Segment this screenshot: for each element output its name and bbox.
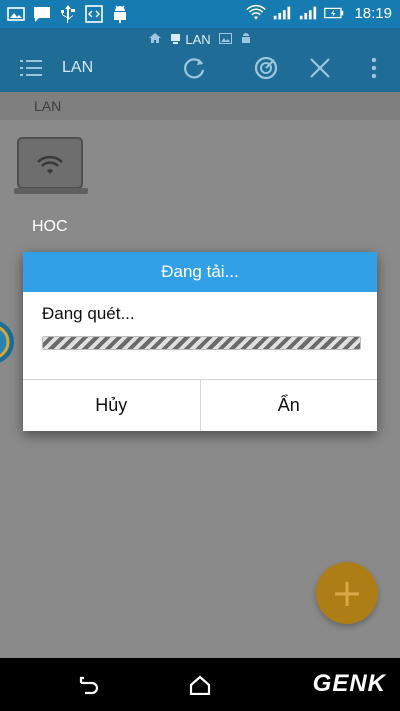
code-icon [84, 4, 104, 24]
dialog-actions: Hủy Ẩn [23, 379, 377, 431]
computer-icon [171, 34, 181, 44]
menu-icon[interactable] [20, 58, 42, 78]
signal-icon [272, 3, 292, 23]
gallery-icon [6, 4, 26, 24]
dialog-message: Đang quét... [42, 304, 135, 323]
android-icon[interactable] [240, 32, 252, 47]
list-item[interactable]: HOC [14, 136, 88, 235]
hide-button[interactable]: Ẩn [199, 380, 377, 431]
app-bar: LAN LAN [0, 28, 400, 92]
home-icon[interactable] [188, 674, 212, 696]
cancel-button[interactable]: Hủy [23, 380, 200, 431]
loading-dialog: Đang tải... Đang quét... Hủy Ẩn [23, 252, 377, 431]
host-label: HOC [32, 218, 68, 235]
status-bar: 18:19 [0, 0, 400, 28]
scan-icon[interactable] [252, 54, 280, 82]
refresh-icon[interactable] [180, 54, 208, 82]
fab-add-button[interactable]: + [316, 562, 378, 624]
watermark-logo: GENK [312, 670, 386, 697]
dialog-title: Đang tải... [23, 252, 377, 292]
nav-bar: GENK [0, 658, 400, 711]
image-icon[interactable] [218, 32, 232, 47]
clock: 18:19 [354, 4, 392, 22]
usb-icon [58, 4, 78, 24]
android-icon [110, 4, 130, 24]
indeterminate-progress-bar [42, 336, 361, 350]
wifi-icon [246, 3, 267, 23]
back-icon[interactable] [77, 674, 101, 696]
home-icon[interactable] [148, 32, 162, 47]
mini-crumb-lan[interactable]: LAN [170, 31, 211, 47]
chat-icon [32, 4, 52, 24]
mini-breadcrumb: LAN [0, 28, 400, 50]
page-title: LAN [62, 59, 94, 76]
breadcrumb-lan[interactable]: LAN [34, 98, 61, 114]
laptop-wifi-icon [14, 137, 88, 194]
breadcrumb: LAN [0, 92, 400, 121]
battery-icon [324, 3, 344, 23]
plus-icon: + [331, 571, 363, 615]
mini-crumb-label: LAN [185, 31, 211, 47]
side-drawer-handle-icon[interactable] [0, 318, 22, 366]
close-icon[interactable] [306, 54, 334, 82]
signal-icon-2 [298, 3, 318, 23]
more-vert-icon[interactable] [360, 54, 388, 82]
